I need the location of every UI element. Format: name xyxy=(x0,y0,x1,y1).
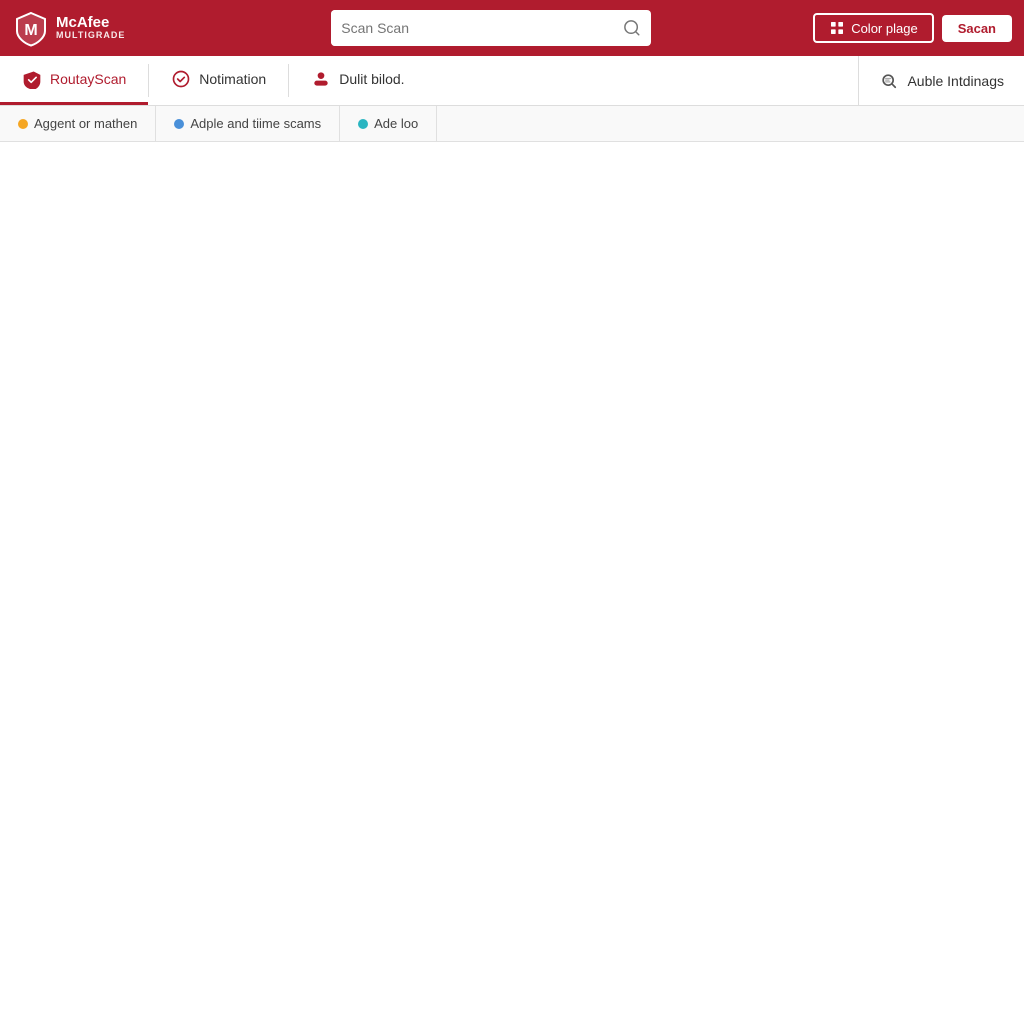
tab-notimation-label: Notimation xyxy=(199,71,266,87)
brand-name: McAfee xyxy=(56,15,125,32)
ade-label: Ade loo xyxy=(374,116,418,131)
notimation-icon xyxy=(171,69,191,89)
search-input[interactable]: Scan Scan xyxy=(331,10,613,46)
auble-intdinags-label: Auble Intdinags xyxy=(907,73,1004,89)
ade-dot xyxy=(358,119,368,129)
logo-area: M McAfee MULTIGRADE xyxy=(12,9,125,47)
svg-text:M: M xyxy=(24,22,37,39)
mcafee-logo-icon: M xyxy=(12,9,50,47)
tab-dulit-bilod[interactable]: Dulit bilod. xyxy=(289,56,426,105)
sub-nav-ade[interactable]: Ade loo xyxy=(340,106,437,141)
tab-dulit-bilod-label: Dulit bilod. xyxy=(339,71,404,87)
auble-intdinags-icon xyxy=(879,71,899,91)
routay-scan-icon xyxy=(22,69,42,89)
brand-text: McAfee MULTIGRADE xyxy=(56,15,125,41)
sacan-button[interactable]: Sacan xyxy=(942,15,1012,42)
tab-routay-scan[interactable]: RoutayScan xyxy=(0,56,148,105)
right-tab-auble[interactable]: Auble Intdinags xyxy=(858,56,1024,105)
sacan-label: Sacan xyxy=(958,21,996,36)
tab-notimation[interactable]: Notimation xyxy=(149,56,288,105)
sub-nav-adple[interactable]: Adple and tiime scams xyxy=(156,106,340,141)
nav-right: Color plage Sacan xyxy=(813,13,1012,43)
top-nav: M McAfee MULTIGRADE Scan Scan Color p xyxy=(0,0,1024,56)
sub-nav-aggent[interactable]: Aggent or mathen xyxy=(0,106,156,141)
aggent-dot xyxy=(18,119,28,129)
search-bar: Scan Scan xyxy=(331,10,651,46)
tab-routay-scan-label: RoutayScan xyxy=(50,71,126,87)
palette-icon xyxy=(829,20,845,36)
brand-sub: MULTIGRADE xyxy=(56,31,125,41)
adple-label: Adple and tiime scams xyxy=(190,116,321,131)
color-page-button[interactable]: Color plage xyxy=(813,13,934,43)
adple-dot xyxy=(174,119,184,129)
color-page-label: Color plage xyxy=(851,21,918,36)
main-content xyxy=(0,142,1024,1024)
dulit-bilod-icon xyxy=(311,69,331,89)
search-button[interactable] xyxy=(613,10,651,46)
sub-nav: Aggent or mathen Adple and tiime scams A… xyxy=(0,106,1024,142)
search-icon xyxy=(623,19,641,37)
tab-nav: RoutayScan Notimation Dulit bilod. Auble… xyxy=(0,56,1024,106)
aggent-label: Aggent or mathen xyxy=(34,116,137,131)
